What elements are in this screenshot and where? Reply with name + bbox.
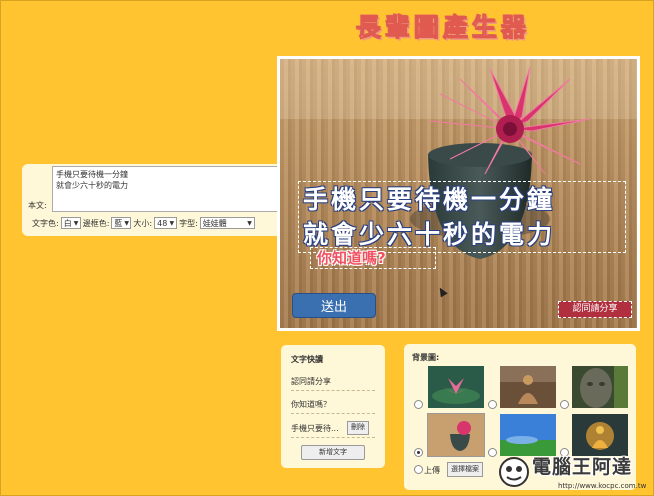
text-color-select[interactable]: 白 ▼ — [60, 217, 81, 229]
app-title: 長輩圖產生器 — [355, 13, 531, 43]
background-radio-4[interactable] — [414, 448, 423, 457]
upload-label: 上傳 — [424, 466, 440, 475]
quick-text-item-label: 你知道嗎？ — [291, 400, 331, 409]
watermark-url: http://www.kocpc.com.tw — [558, 482, 647, 490]
choose-file-button[interactable]: 選擇檔案 — [447, 462, 483, 477]
add-text-button[interactable]: 新增文字 — [301, 445, 365, 460]
size-value: 48 — [157, 218, 168, 228]
quick-text-item[interactable]: 認同請分享 — [291, 376, 375, 391]
main-text-overlay[interactable]: 手機只要待機一分鐘 就會少六十秒的電力 — [298, 181, 626, 253]
font-select[interactable]: 娃娃體 ▼ — [199, 217, 255, 229]
stone-face-image — [572, 366, 628, 408]
font-label: 字型: — [179, 218, 198, 228]
text-color-value: 白 — [63, 218, 72, 228]
chevron-down-icon: ▼ — [73, 219, 79, 227]
body-label: 本文: — [28, 201, 47, 210]
background-radio-2[interactable] — [488, 400, 497, 409]
background-thumb-3[interactable] — [572, 366, 628, 408]
background-thumb-2[interactable] — [500, 366, 556, 408]
quick-text-item-label: 認同請分享 — [291, 377, 331, 386]
background-radio-3[interactable] — [560, 400, 569, 409]
chevron-down-icon: ▼ — [169, 219, 175, 227]
body-text-input[interactable] — [52, 166, 282, 212]
text-color-label: 文字色: — [32, 218, 59, 228]
quick-text-title: 文字快讀 — [291, 355, 323, 364]
border-color-label: 邊框色: — [82, 218, 110, 228]
main-text-line-1: 手機只要待機一分鐘 — [303, 185, 556, 214]
font-value: 娃娃體 — [202, 218, 227, 228]
watermark-title: 電腦王阿達 — [532, 456, 633, 478]
size-label: 大小: — [133, 218, 153, 228]
sub-text-overlay[interactable]: 你知道嗎? — [310, 247, 436, 269]
background-thumb-1[interactable] — [428, 366, 484, 408]
flower-bowl-image — [428, 414, 484, 456]
background-radio-1[interactable] — [414, 400, 423, 409]
chevron-down-icon: ▼ — [124, 219, 130, 227]
text-editor-panel: 本文: 文字色: 白▼ 邊框色: 藍▼ 大小: 48▼ 字型: 娃娃體▼ — [22, 164, 282, 236]
quick-text-item[interactable]: 你知道嗎？ — [291, 399, 375, 414]
landscape-image — [500, 414, 556, 456]
golden-buddha-image — [572, 414, 628, 456]
border-color-value: 藍 — [114, 218, 123, 228]
delete-button[interactable]: 刪除 — [347, 421, 369, 435]
quick-text-item-label: 手機只要待... — [291, 424, 339, 433]
size-select[interactable]: 48 ▼ — [154, 217, 178, 229]
style-controls: 文字色: 白 ▼ 邊框色: 藍 ▼ 大小: 48 ▼ 字型: 娃娃體 ▼ — [32, 217, 255, 229]
background-thumb-5[interactable] — [500, 414, 556, 456]
quick-text-item[interactable]: 手機只要待... 刪除 — [291, 421, 375, 438]
kocpc-logo-icon — [499, 457, 529, 487]
upload-radio[interactable] — [414, 465, 423, 474]
background-thumb-6[interactable] — [572, 414, 628, 456]
background-title: 背景圖: — [412, 353, 440, 362]
lotus-image — [428, 366, 484, 408]
image-preview: 手機只要待機一分鐘 就會少六十秒的電力 你知道嗎? 認同請分享 送出 — [277, 56, 640, 331]
submit-button[interactable]: 送出 — [292, 293, 376, 318]
chevron-down-icon: ▼ — [247, 219, 252, 227]
watermark: 電腦王阿達 http://www.kocpc.com.tw — [492, 452, 652, 494]
border-color-select[interactable]: 藍 ▼ — [111, 217, 132, 229]
background-thumb-4[interactable] — [427, 413, 485, 457]
quick-text-panel: 文字快讀 認同請分享 你知道嗎？ 手機只要待... 刪除 新增文字 — [281, 345, 385, 468]
buddha-statue-image — [500, 366, 556, 408]
credit-text-overlay[interactable]: 認同請分享 — [558, 301, 632, 318]
